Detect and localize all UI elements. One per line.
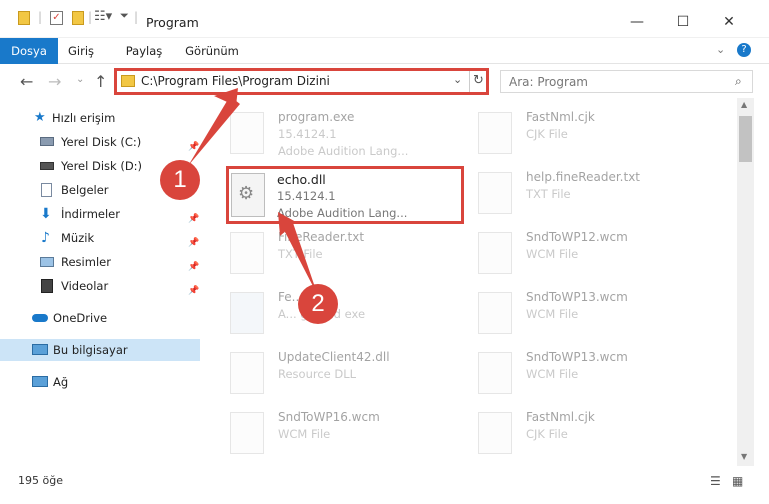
callout-arrows [188,88,318,296]
scrollbar-thumb[interactable] [739,116,752,162]
scroll-down-icon[interactable]: ▼ [741,452,747,461]
callout-badge-two: 2 [298,284,338,324]
item-count: 195 öğe [18,474,63,487]
arrow-one [188,96,240,166]
large-icons-view-icon[interactable]: ▦ [732,474,743,488]
vertical-scrollbar[interactable]: ▲ ▼ [737,98,754,466]
details-view-icon[interactable]: ☰ [710,474,721,488]
scroll-up-icon[interactable]: ▲ [741,100,747,109]
callout-badge-one: 1 [160,160,200,200]
status-bar: 195 öğe ☰ ▦ [0,466,769,504]
